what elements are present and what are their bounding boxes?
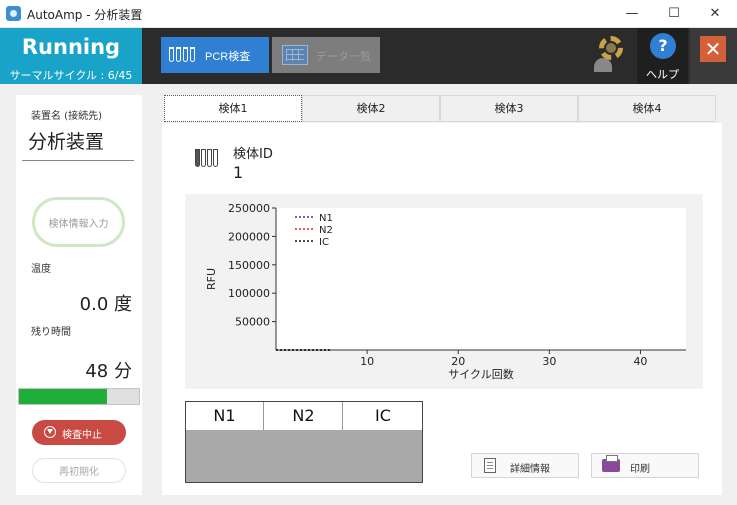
- x-axis-title: サイクル回数: [448, 368, 513, 381]
- device-name-underline: [22, 160, 134, 161]
- progress-bar: [18, 388, 140, 405]
- test-tube-icon: [195, 149, 221, 169]
- result-table-header: N1 N2 IC: [186, 402, 422, 430]
- title-bar: AutoAmp - 分析装置 — ☐ ✕: [0, 0, 737, 28]
- device-status-panel: 装置名 (接続先) 分析装置 検体情報入力 温度 0.0 度 残り時間 48 分…: [16, 95, 142, 495]
- tab-sample-2[interactable]: 検体2: [302, 95, 440, 122]
- tab-sample-1[interactable]: 検体1: [164, 95, 302, 122]
- y-tick-label: 250000: [228, 202, 270, 215]
- settings-button[interactable]: [588, 28, 634, 84]
- data-list-label: データ一覧: [316, 51, 371, 63]
- y-tick-label: 50000: [235, 316, 270, 329]
- device-name-label: 装置名 (接続先): [31, 111, 102, 122]
- device-name: 分析装置: [28, 131, 105, 153]
- remaining-time-value: 48 分: [85, 361, 132, 382]
- document-icon: [484, 458, 496, 473]
- detail-info-button[interactable]: 詳細情報: [471, 453, 579, 478]
- user-icon: [594, 58, 612, 72]
- y-tick-label: 150000: [228, 259, 270, 272]
- run-status: Running: [21, 35, 121, 59]
- run-status-panel: Running サーマルサイクル : 6/45: [0, 28, 142, 84]
- detail-info-label: 詳細情報: [510, 464, 550, 475]
- sample-tabs: 検体1 検体2 検体3 検体4: [162, 95, 716, 122]
- minimize-button[interactable]: —: [617, 4, 647, 24]
- sample-info-input-button[interactable]: 検体情報入力: [32, 197, 125, 247]
- y-tick-label: 200000: [228, 230, 270, 243]
- x-tick-label: 10: [360, 355, 374, 368]
- legend-label-ic: IC: [319, 237, 329, 248]
- amplification-chart: 50000 100000 150000 200000 250000 10 20 30 40 サイク…: [185, 194, 703, 389]
- result-header-n2: N2: [265, 402, 343, 430]
- gear-icon: [599, 36, 623, 60]
- sample-id-value: 1: [233, 163, 244, 182]
- window-close-button[interactable]: ✕: [700, 4, 730, 24]
- exit-app-button[interactable]: ✕: [690, 28, 737, 84]
- legend-label-n1: N1: [319, 213, 333, 224]
- table-icon: [282, 45, 308, 65]
- x-tick-label: 40: [633, 355, 647, 368]
- data-list-button[interactable]: データ一覧: [272, 37, 380, 73]
- app-header: Running サーマルサイクル : 6/45 PCR検査 データ一覧 ? ヘル…: [0, 28, 737, 84]
- sample-detail-panel: 検体ID 1 50000 100000 150000 200000 250000 10 20…: [162, 123, 722, 495]
- tubes-icon: [169, 45, 197, 65]
- reinitialize-button[interactable]: 再初期化: [32, 458, 126, 483]
- remaining-time-label: 残り時間: [31, 327, 71, 338]
- sample-id-label: 検体ID: [233, 147, 273, 162]
- result-header-ic: IC: [375, 406, 391, 425]
- result-table: N1 N2 IC: [185, 401, 423, 483]
- app-icon: [6, 6, 21, 21]
- result-header-n1: N1: [186, 402, 264, 430]
- maximize-button[interactable]: ☐: [659, 4, 689, 24]
- help-icon: ?: [650, 33, 676, 59]
- pcr-test-label: PCR検査: [205, 51, 251, 63]
- stop-icon: [44, 426, 56, 438]
- legend-label-n2: N2: [319, 225, 333, 236]
- printer-icon: [602, 455, 620, 472]
- print-button[interactable]: 印刷: [591, 453, 699, 478]
- temperature-value: 0.0 度: [79, 294, 132, 315]
- plot-area: [276, 208, 686, 350]
- chart-svg: 50000 100000 150000 200000 250000 10 20 30 40 サイク…: [205, 202, 686, 381]
- thermal-cycle-counter: サーマルサイクル : 6/45: [9, 69, 133, 82]
- help-button[interactable]: ? ヘルプ: [637, 28, 688, 84]
- pcr-test-button[interactable]: PCR検査: [161, 37, 269, 73]
- help-label: ヘルプ: [646, 68, 679, 81]
- close-icon: ✕: [700, 36, 726, 62]
- y-tick-label: 100000: [228, 287, 270, 300]
- window-title: AutoAmp - 分析装置: [27, 8, 143, 22]
- x-tick-label: 30: [542, 355, 556, 368]
- y-axis-title: RFU: [205, 268, 218, 290]
- stop-test-button[interactable]: 検査中止: [32, 420, 126, 445]
- x-tick-label: 20: [451, 355, 465, 368]
- temperature-label: 温度: [31, 264, 51, 275]
- stop-test-label: 検査中止: [62, 430, 102, 441]
- tab-sample-4[interactable]: 検体4: [578, 95, 716, 122]
- progress-fill: [19, 389, 107, 404]
- print-label: 印刷: [630, 464, 650, 475]
- tab-sample-3[interactable]: 検体3: [440, 95, 578, 122]
